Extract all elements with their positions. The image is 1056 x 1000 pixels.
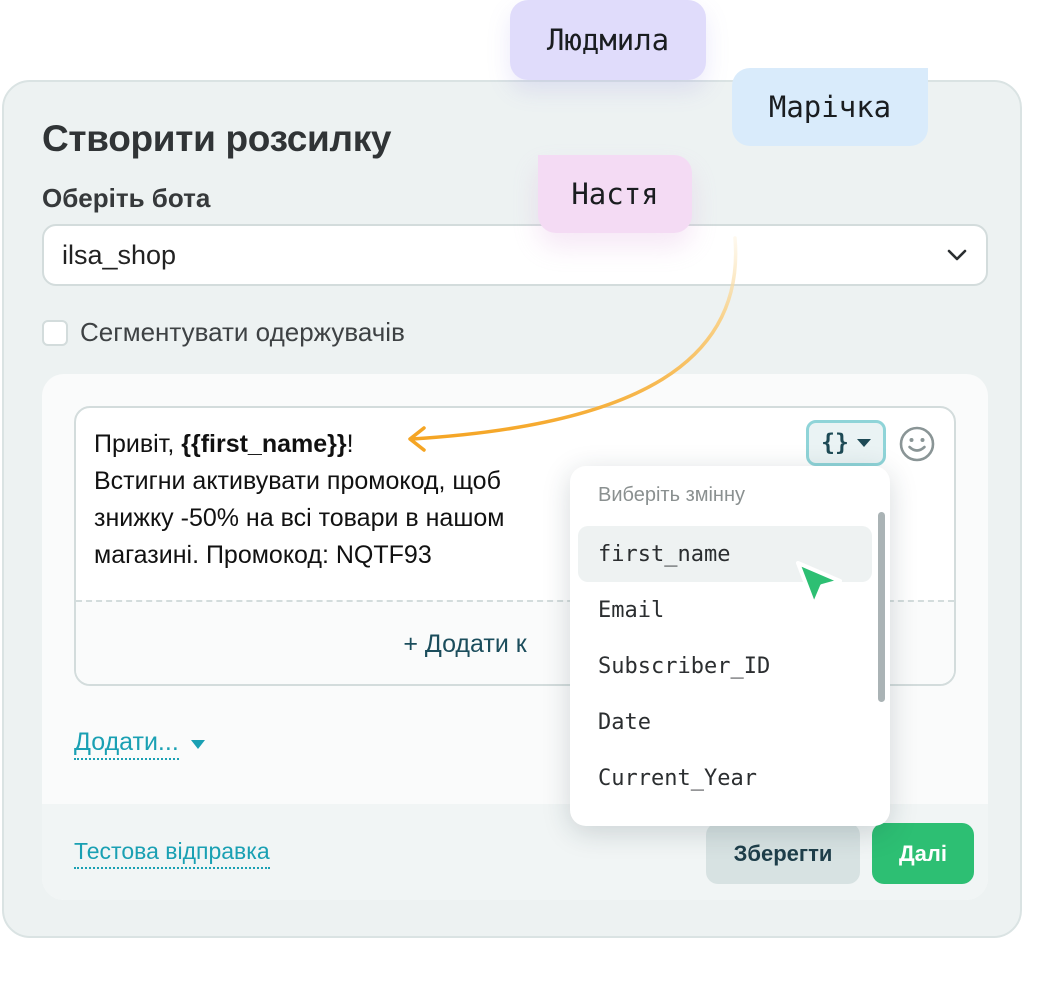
first-name-variable: {{first_name}} xyxy=(181,430,347,458)
add-content-dropdown[interactable]: Додати... xyxy=(74,728,205,760)
add-content-label: Додати... xyxy=(74,728,179,760)
braces-icon: {} xyxy=(821,430,849,456)
emoji-icon[interactable] xyxy=(898,425,936,463)
message-line-2: Встигни активувати промокод, щоб xyxy=(94,467,501,495)
message-line-1: Привіт, {{first_name}}! xyxy=(94,426,574,463)
save-button[interactable]: Зберегти xyxy=(706,823,860,884)
bot-select-value: ilsa_shop xyxy=(62,239,177,270)
caret-down-icon xyxy=(190,739,205,749)
message-text[interactable]: Привіт, {{first_name}}! Встигни активува… xyxy=(94,426,574,574)
segment-checkbox[interactable] xyxy=(42,319,68,346)
chevron-down-icon xyxy=(947,249,967,261)
variable-option-date[interactable]: Date xyxy=(578,694,872,750)
name-bubble-marichka: Марічка xyxy=(732,68,928,146)
insert-variable-button[interactable]: {} xyxy=(806,420,886,466)
next-button[interactable]: Далі xyxy=(872,823,974,884)
variable-dropdown: Виберіть змінну first_name Email Subscri… xyxy=(570,466,890,826)
page-title: Створити розсилку xyxy=(42,118,392,159)
variable-option-subscriber-id[interactable]: Subscriber_ID xyxy=(578,638,872,694)
bot-select-label: Оберіть бота xyxy=(42,183,211,213)
name-bubble-lyudmyla: Людмила xyxy=(510,0,706,80)
variable-option-current-year[interactable]: Current_Year xyxy=(578,750,872,806)
segment-label: Сегментувати одержувачів xyxy=(80,317,405,347)
greeting-end: ! xyxy=(346,430,354,458)
message-line-4: магазині. Промокод: NQTF93 xyxy=(94,541,432,569)
cursor-pointer-icon xyxy=(796,561,842,607)
add-button-label: + Додати к xyxy=(403,629,527,658)
message-line-3: знижку -50% на всі товари в нашом xyxy=(94,504,505,532)
name-bubble-nastia: Настя xyxy=(538,155,692,233)
bot-select[interactable]: ilsa_shop xyxy=(42,224,988,286)
dropdown-scrollbar[interactable] xyxy=(878,512,885,702)
segment-recipients-toggle[interactable]: Сегментувати одержувачів xyxy=(42,317,405,348)
test-send-link[interactable]: Тестова відправка xyxy=(74,838,270,869)
greeting-text: Привіт, xyxy=(94,430,182,458)
variable-dropdown-header: Виберіть змінну xyxy=(598,484,746,506)
caret-down-icon xyxy=(856,439,871,447)
